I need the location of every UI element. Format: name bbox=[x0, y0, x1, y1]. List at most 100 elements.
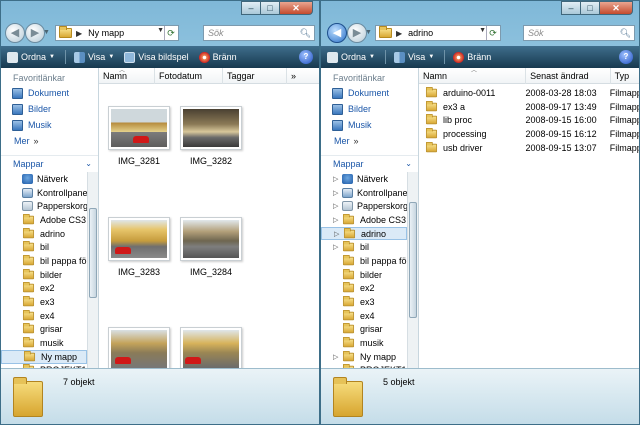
breadcrumb-current[interactable]: adrino bbox=[408, 28, 433, 38]
tree-item[interactable]: ▷ Adobe CS3 bbox=[321, 213, 407, 227]
breadcrumb-arrow-icon[interactable]: ▶ bbox=[76, 29, 82, 38]
close-button[interactable]: ✕ bbox=[279, 1, 313, 15]
expand-arrow-icon[interactable]: ▷ bbox=[333, 189, 342, 197]
tree-item[interactable]: bilder bbox=[1, 268, 87, 282]
maximize-button[interactable]: □ bbox=[260, 1, 280, 15]
thumbnail-item[interactable]: IMG_3283 bbox=[105, 217, 173, 277]
tree-item[interactable]: grisar bbox=[321, 323, 407, 337]
tree-item[interactable]: Kontrollpanelen bbox=[1, 186, 87, 200]
back-button[interactable]: ◀ bbox=[327, 23, 347, 43]
expand-arrow-icon[interactable]: ▷ bbox=[333, 353, 342, 361]
address-bar[interactable]: ▶ adrino ▼ ⟳ bbox=[375, 25, 501, 41]
tree-item[interactable]: bil pappa för bbox=[321, 254, 407, 268]
file-row[interactable]: arduino-0011 2008-03-28 18:03 Filmapp bbox=[419, 86, 639, 100]
forward-button[interactable]: ▶ bbox=[25, 23, 45, 43]
burn-button[interactable]: Bränn bbox=[198, 51, 237, 63]
forward-button[interactable]: ▶ bbox=[347, 23, 367, 43]
address-dropdown-icon[interactable]: ▼ bbox=[157, 27, 164, 34]
more-link[interactable]: Mer» bbox=[321, 133, 418, 149]
title-bar[interactable]: – □ ✕ bbox=[1, 1, 319, 19]
folders-header[interactable]: Mappar ⌄ bbox=[1, 155, 98, 171]
search-icon[interactable]: 🔍︎ bbox=[620, 26, 631, 40]
minimize-button[interactable]: – bbox=[561, 1, 581, 15]
favorite-documents[interactable]: Dokument bbox=[1, 85, 98, 101]
search-input[interactable]: Sök 🔍︎ bbox=[523, 25, 635, 41]
column-type[interactable]: Typ bbox=[611, 68, 639, 84]
organize-button[interactable]: Ordna ▼ bbox=[7, 51, 55, 63]
tree-scrollbar[interactable] bbox=[407, 172, 418, 368]
address-bar[interactable]: ▶ Ny mapp ▼ ⟳ bbox=[55, 25, 179, 41]
search-input[interactable]: Sök 🔍︎ bbox=[203, 25, 315, 41]
thumbnail-item[interactable]: IMG_3281 bbox=[105, 106, 173, 166]
favorite-documents[interactable]: Dokument bbox=[321, 85, 418, 101]
tree-item[interactable]: ▷ Kontrollpanelen bbox=[321, 186, 407, 200]
minimize-button[interactable]: – bbox=[241, 1, 261, 15]
tree-item[interactable]: Papperskorgen bbox=[1, 199, 87, 213]
help-icon[interactable]: ? bbox=[299, 50, 313, 64]
maximize-button[interactable]: □ bbox=[580, 1, 600, 15]
title-bar[interactable]: – □ ✕ bbox=[321, 1, 639, 19]
breadcrumb-arrow-icon[interactable]: ▶ bbox=[396, 29, 402, 38]
back-button[interactable]: ◀ bbox=[5, 23, 25, 43]
thumbnail-item[interactable] bbox=[105, 327, 173, 368]
scrollbar-thumb[interactable] bbox=[89, 208, 97, 298]
favorite-music[interactable]: Musik bbox=[321, 117, 418, 133]
expand-arrow-icon[interactable]: ▷ bbox=[334, 230, 343, 238]
tree-item[interactable]: Nätverk bbox=[1, 172, 87, 186]
tree-item[interactable]: musik bbox=[321, 336, 407, 350]
favorite-pictures[interactable]: Bilder bbox=[1, 101, 98, 117]
refresh-icon[interactable]: ⟳ bbox=[164, 26, 177, 40]
help-icon[interactable]: ? bbox=[619, 50, 633, 64]
tree-item[interactable]: bil pappa för bbox=[1, 254, 87, 268]
tree-item[interactable]: Ny mapp bbox=[1, 349, 87, 364]
file-row[interactable]: lib proc 2008-09-15 16:00 Filmapp bbox=[419, 113, 639, 127]
more-link[interactable]: Mer» bbox=[1, 133, 98, 149]
breadcrumb-current[interactable]: Ny mapp bbox=[88, 28, 124, 38]
column-modified[interactable]: Senast ändrad bbox=[526, 68, 611, 84]
file-row[interactable]: usb driver 2008-09-15 13:07 Filmapp bbox=[419, 141, 639, 155]
organize-button[interactable]: Ordna ▼ bbox=[327, 51, 375, 63]
column-photo-date[interactable]: Fotodatum bbox=[155, 68, 223, 84]
tree-item[interactable]: adrino bbox=[1, 227, 87, 241]
file-row[interactable]: processing 2008-09-15 16:12 Filmapp bbox=[419, 127, 639, 141]
view-button[interactable]: Visa ▼ bbox=[393, 51, 434, 63]
tree-item[interactable]: grisar bbox=[1, 323, 87, 337]
tree-item[interactable]: ▷ Papperskorgen bbox=[321, 199, 407, 213]
view-button[interactable]: Visa ▼ bbox=[73, 51, 114, 63]
search-icon[interactable]: 🔍︎ bbox=[300, 26, 311, 40]
expand-arrow-icon[interactable]: ▷ bbox=[333, 202, 342, 210]
tree-item[interactable]: ex3 bbox=[1, 295, 87, 309]
folders-header[interactable]: Mappar ⌄ bbox=[321, 155, 418, 171]
tree-scrollbar[interactable] bbox=[87, 172, 98, 368]
more-columns-icon[interactable]: » bbox=[287, 68, 307, 84]
column-name[interactable]: ︿ Namn bbox=[99, 68, 155, 84]
thumbnail-item[interactable]: IMG_3284 bbox=[177, 217, 245, 277]
column-tags[interactable]: Taggar bbox=[223, 68, 287, 84]
slideshow-button[interactable]: Visa bildspel bbox=[124, 51, 189, 63]
tree-item[interactable]: ex2 bbox=[321, 282, 407, 296]
tree-item[interactable]: ex3 bbox=[321, 295, 407, 309]
history-dropdown-icon[interactable]: ▼ bbox=[43, 29, 51, 39]
tree-item[interactable]: musik bbox=[1, 336, 87, 350]
thumbnail-item[interactable] bbox=[177, 327, 245, 368]
favorite-pictures[interactable]: Bilder bbox=[321, 101, 418, 117]
favorite-music[interactable]: Musik bbox=[1, 117, 98, 133]
scrollbar-thumb[interactable] bbox=[409, 202, 417, 318]
close-button[interactable]: ✕ bbox=[599, 1, 633, 15]
expand-arrow-icon[interactable]: ▷ bbox=[333, 243, 342, 251]
expand-arrow-icon[interactable]: ▷ bbox=[333, 175, 342, 183]
tree-item[interactable]: bilder bbox=[321, 268, 407, 282]
tree-item[interactable]: bil bbox=[1, 240, 87, 254]
tree-item[interactable]: ex2 bbox=[1, 282, 87, 296]
history-dropdown-icon[interactable]: ▼ bbox=[365, 29, 373, 39]
tree-item[interactable]: ex4 bbox=[1, 309, 87, 323]
tree-item[interactable]: ex4 bbox=[321, 309, 407, 323]
tree-item[interactable]: ▷ adrino bbox=[321, 226, 407, 241]
address-dropdown-icon[interactable]: ▼ bbox=[479, 27, 486, 34]
file-row[interactable]: ex3 a 2008-09-17 13:49 Filmapp bbox=[419, 100, 639, 114]
refresh-icon[interactable]: ⟳ bbox=[486, 26, 499, 40]
tree-item[interactable]: ▷ Ny mapp bbox=[321, 350, 407, 364]
column-name[interactable]: ︿ Namn bbox=[419, 68, 527, 84]
burn-button[interactable]: Bränn bbox=[453, 51, 491, 63]
tree-item[interactable]: ▷ bil bbox=[321, 240, 407, 254]
